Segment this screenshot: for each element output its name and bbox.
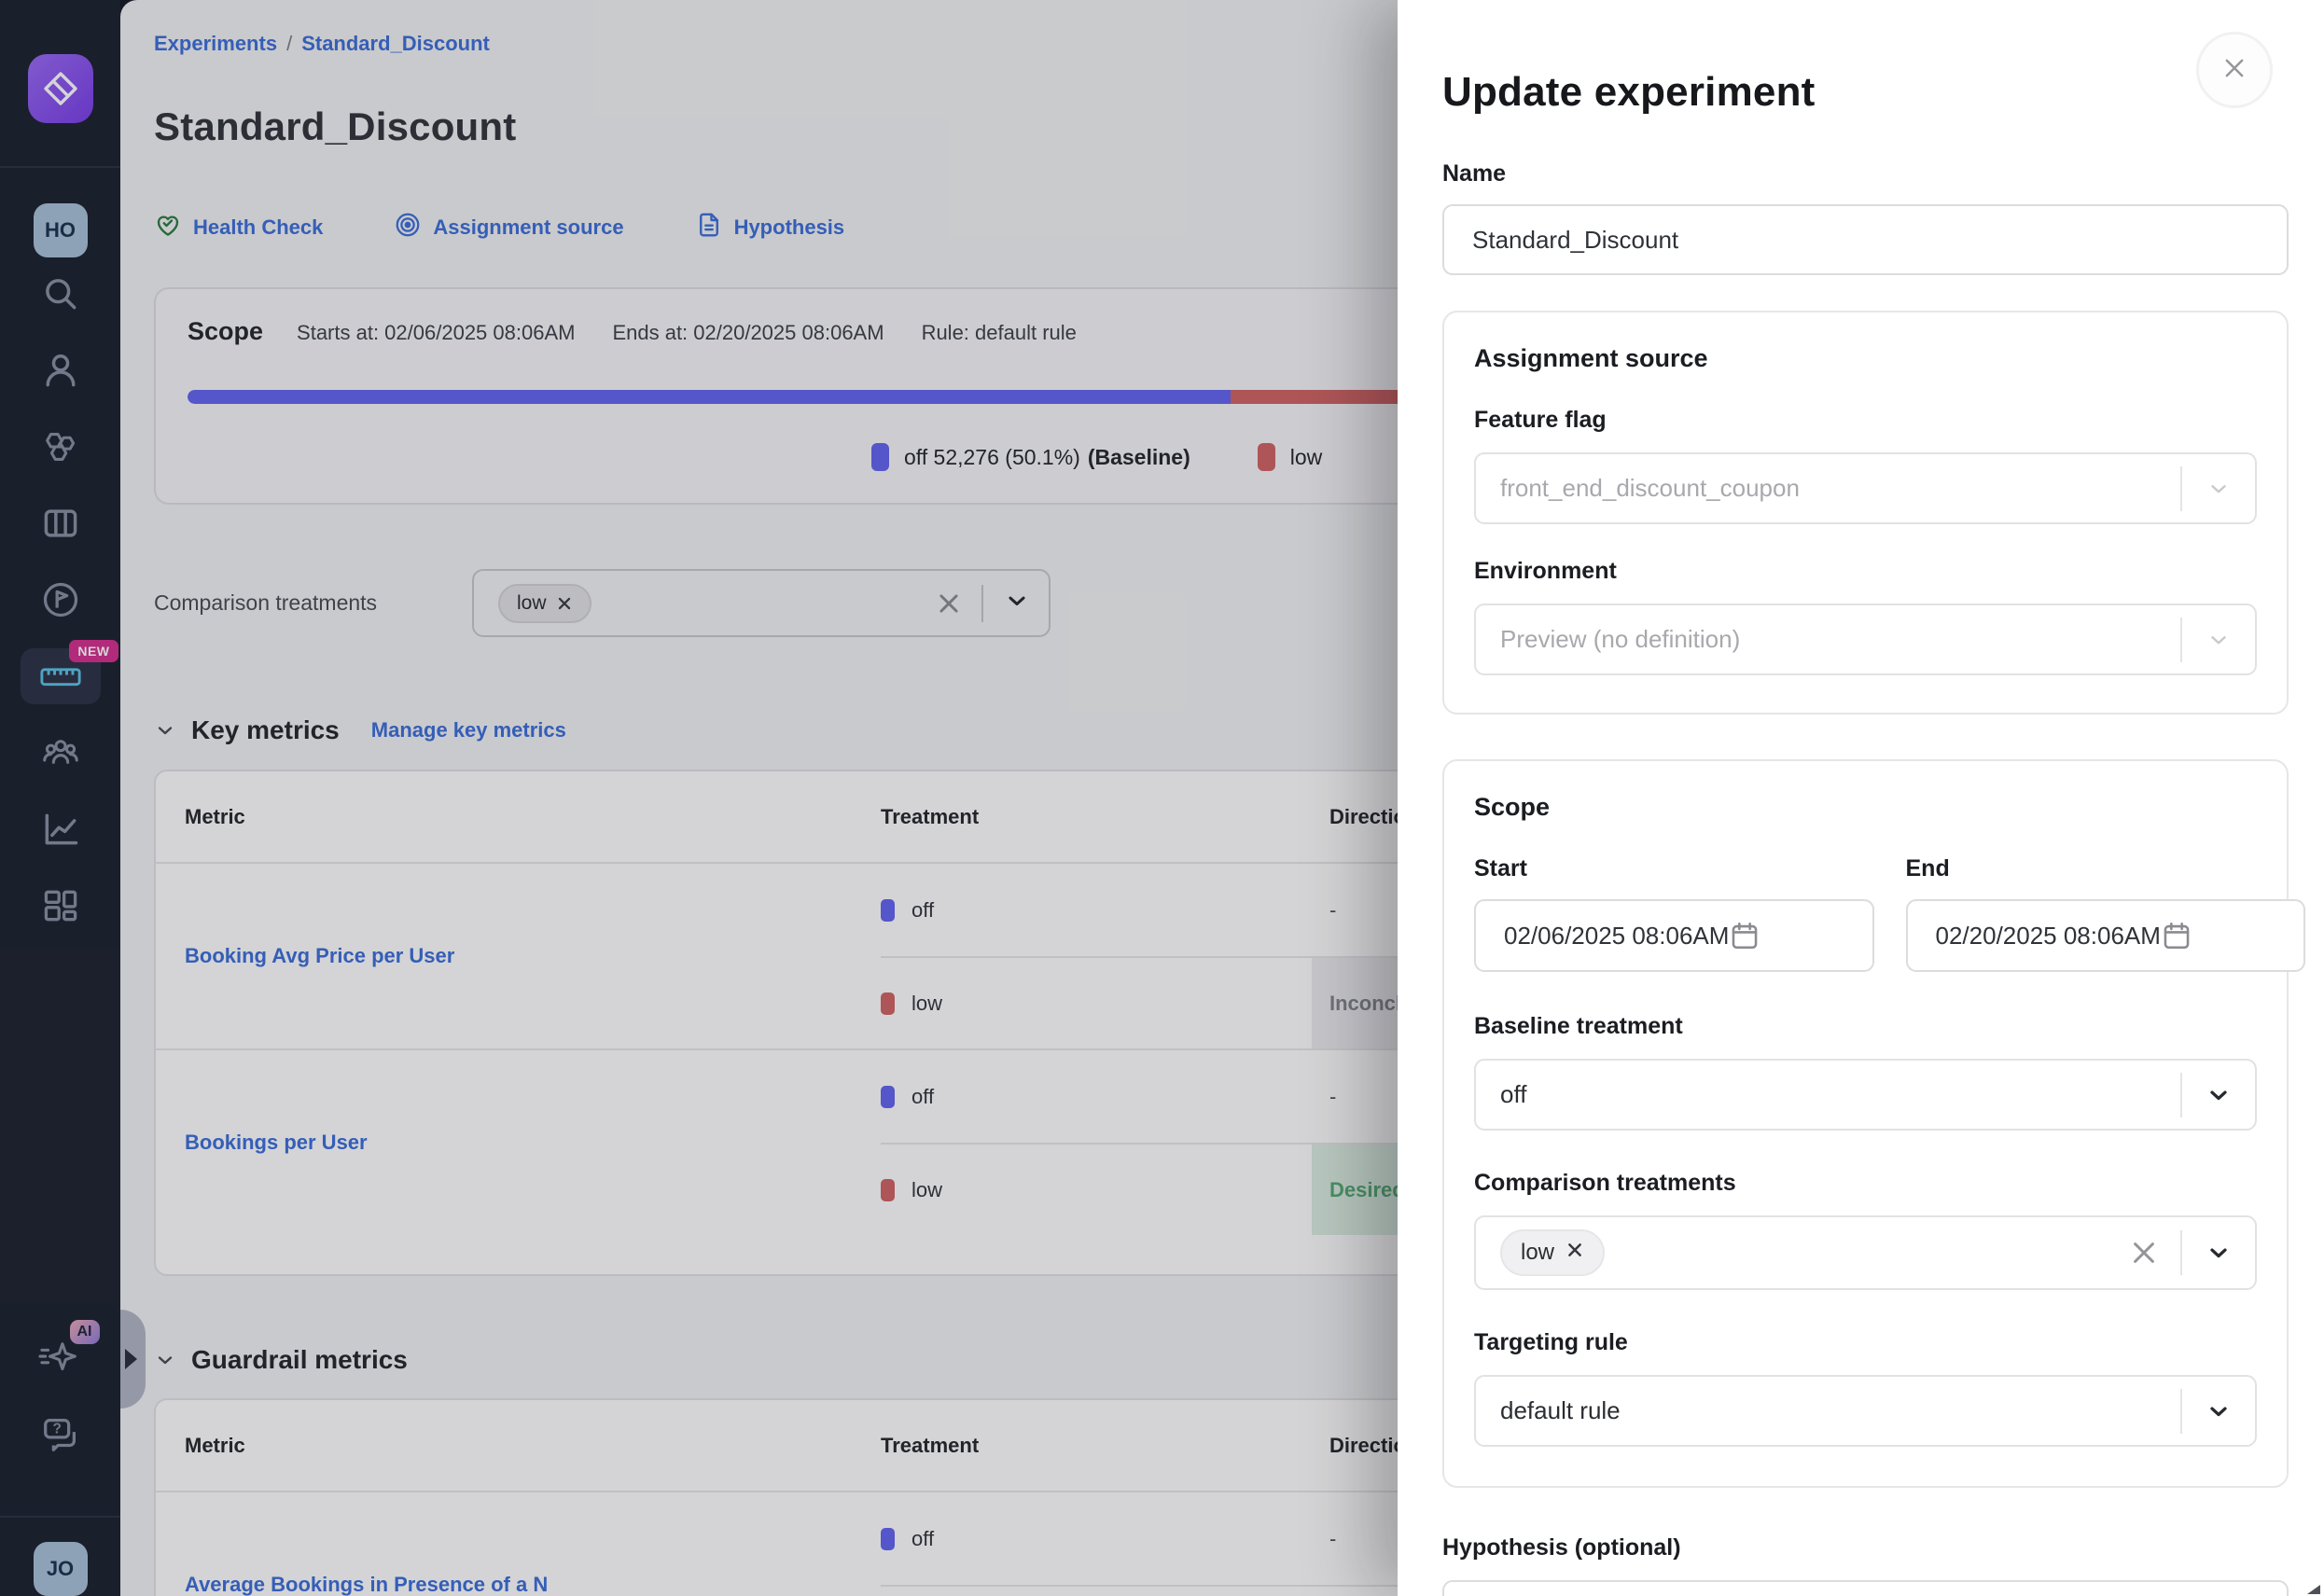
resize-grip[interactable] [2307, 1585, 2320, 1594]
start-date-input[interactable]: 02/06/2025 08:06AM [1474, 899, 1874, 972]
treatment-chip: low [1500, 1229, 1605, 1276]
name-input[interactable]: Standard_Discount [1442, 204, 2289, 275]
assignment-source-card-title: Assignment source [1474, 344, 2257, 373]
baseline-treatment-select[interactable]: off [1474, 1059, 2257, 1131]
chevron-down-icon [2182, 477, 2255, 501]
panel-title: Update experiment [1442, 69, 2289, 116]
update-experiment-panel: Update experiment Name Standard_Discount… [1398, 0, 2324, 1596]
chevron-down-icon [2182, 1240, 2255, 1266]
feature-flag-label: Feature flag [1474, 407, 2257, 434]
targeting-rule-label: Targeting rule [1474, 1329, 2257, 1356]
baseline-treatment-label: Baseline treatment [1474, 1013, 2257, 1040]
chevron-down-icon [2182, 1082, 2255, 1108]
close-panel-button[interactable] [2196, 32, 2273, 108]
modal-overlay[interactable] [0, 0, 1398, 1596]
feature-flag-select[interactable]: front_end_discount_coupon [1474, 452, 2257, 524]
scope-card: Scope Start End 02/06/2025 08:06AM 02/20… [1442, 759, 2289, 1488]
name-label: Name [1442, 160, 2289, 187]
close-icon [2220, 54, 2248, 87]
hypothesis-textarea[interactable] [1442, 1580, 2289, 1596]
environment-select[interactable]: Preview (no definition) [1474, 604, 2257, 675]
calendar-icon [2161, 920, 2192, 951]
targeting-rule-select[interactable]: default rule [1474, 1375, 2257, 1447]
comparison-treatments-label: Comparison treatments [1474, 1170, 2257, 1197]
environment-label: Environment [1474, 558, 2257, 585]
chevron-down-icon [2182, 628, 2255, 652]
chip-remove-icon[interactable] [1566, 1240, 1584, 1266]
end-date-input[interactable]: 02/20/2025 08:06AM [1906, 899, 2306, 972]
chevron-down-icon [2182, 1398, 2255, 1424]
scope-card-title: Scope [1474, 793, 2257, 822]
end-label: End [1906, 855, 2306, 882]
calendar-icon [1729, 920, 1760, 951]
hypothesis-label: Hypothesis (optional) [1442, 1534, 2289, 1561]
assignment-source-card: Assignment source Feature flag front_end… [1442, 311, 2289, 715]
comparison-treatments-select[interactable]: low [1474, 1215, 2257, 1290]
start-label: Start [1474, 855, 1874, 882]
clear-selection-icon[interactable] [2130, 1239, 2180, 1267]
